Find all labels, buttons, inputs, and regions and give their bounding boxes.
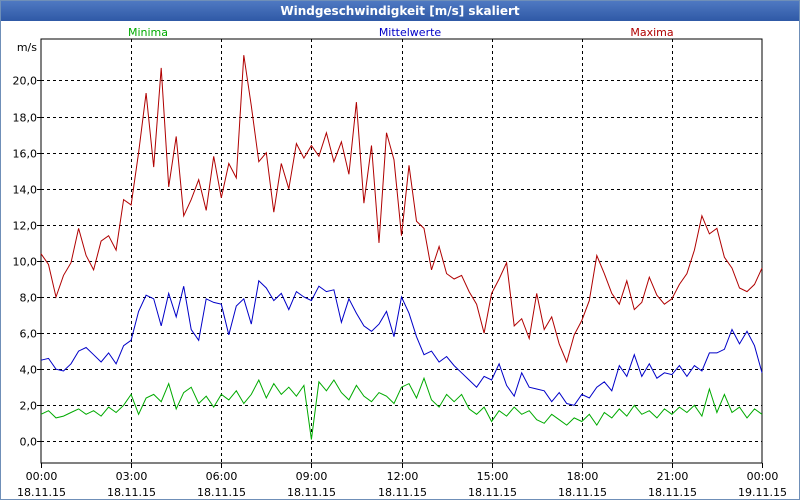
x-tick-date-label: 18.11.15 <box>17 486 66 499</box>
y-tick-label: 2,0 <box>20 400 38 413</box>
chart-area: 0,0 2,0 4,0 6,0 8,0 10,0 12,0 14,0 16,0 18,0 20,0 m… <box>13 26 787 499</box>
window-title: Windgeschwindigkeit [m/s] skaliert <box>1 1 799 21</box>
legend-entry-maxima: Maxima <box>630 26 673 39</box>
x-tick-time-label: 03:00 <box>116 470 148 483</box>
y-tick-label: 0,0 <box>20 436 38 449</box>
x-tick-date-label: 18.11.15 <box>197 486 246 499</box>
y-tick-label: 12,0 <box>13 220 38 233</box>
x-tick-time-label: 00:00 <box>26 470 58 483</box>
x-tick-time-label: 09:00 <box>296 470 328 483</box>
x-tick-time-label: 00:00 <box>747 470 779 483</box>
legend-entry-minima: Minima <box>128 26 168 39</box>
y-tick-label: 6,0 <box>20 328 38 341</box>
y-tick-label: 20,0 <box>13 75 38 88</box>
x-tick-time-label: 12:00 <box>387 470 419 483</box>
y-tick-label: 14,0 <box>13 184 38 197</box>
x-tick-time-label: 18:00 <box>567 470 599 483</box>
x-tick-date-label: 19.11.15 <box>738 486 787 499</box>
y-axis-label: m/s <box>17 41 37 54</box>
plot-frame <box>40 38 763 464</box>
y-tick-label: 16,0 <box>13 148 38 161</box>
legend-entry-mittelwerte: Mittelwerte <box>379 26 442 39</box>
x-tick-time-label: 06:00 <box>206 470 238 483</box>
x-tick-date-label: 18.11.15 <box>107 486 156 499</box>
chart-window: Windgeschwindigkeit [m/s] skaliert 0,0 2,… <box>0 0 800 500</box>
y-tick-label: 8,0 <box>20 292 38 305</box>
x-tick-time-label: 21:00 <box>657 470 689 483</box>
x-tick-date-label: 18.11.15 <box>468 486 517 499</box>
x-tick-date-label: 18.11.15 <box>648 486 697 499</box>
x-tick-date-label: 18.11.15 <box>558 486 607 499</box>
y-tick-label: 4,0 <box>20 364 38 377</box>
x-tick-date-label: 18.11.15 <box>378 486 427 499</box>
x-tick-time-label: 15:00 <box>477 470 509 483</box>
y-tick-label: 10,0 <box>13 256 38 269</box>
x-tick-date-label: 18.11.15 <box>287 486 336 499</box>
y-tick-label: 18,0 <box>13 112 38 125</box>
